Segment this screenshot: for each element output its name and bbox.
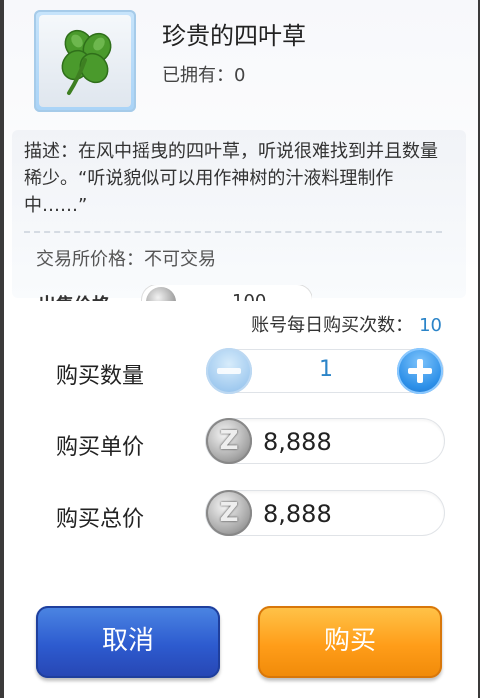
quantity-value[interactable]: 1 bbox=[314, 357, 338, 382]
quantity-label: 购买数量 bbox=[56, 364, 145, 389]
decrease-quantity-button[interactable] bbox=[206, 348, 252, 394]
sell-price-label: 出售价格 bbox=[38, 291, 110, 301]
total-price-label: 购买总价 bbox=[56, 507, 145, 532]
divider bbox=[24, 231, 442, 233]
item-icon-background bbox=[39, 15, 131, 107]
sell-price-row: 出售价格 100 bbox=[12, 285, 312, 301]
unit-price-label: 购买单价 bbox=[56, 435, 145, 460]
zeny-coin-icon: Z bbox=[206, 418, 252, 464]
item-icon-frame bbox=[34, 10, 136, 112]
daily-limit-value: 10 bbox=[419, 315, 442, 336]
unit-price-value: 8,888 bbox=[263, 428, 332, 456]
zeny-coin-icon: Z bbox=[206, 490, 252, 536]
daily-purchase-limit: 账号每日购买次数： 10 bbox=[251, 311, 442, 337]
cancel-button[interactable]: 取消 bbox=[36, 606, 220, 678]
item-description: 描述：在风中摇曳的四叶草，听说很难找到并且数量稀少。“听说貌似可以用作神树的汁液… bbox=[24, 141, 438, 216]
plus-icon bbox=[417, 359, 423, 383]
daily-limit-label: 账号每日购买次数： bbox=[251, 315, 414, 336]
trade-price: 交易所价格：不可交易 bbox=[36, 249, 216, 270]
four-leaf-clover-icon bbox=[61, 29, 112, 95]
total-price-value: 8,888 bbox=[263, 500, 332, 528]
left-edge bbox=[0, 0, 4, 698]
increase-quantity-button[interactable] bbox=[397, 348, 443, 394]
sell-price-value: 100 bbox=[232, 291, 266, 301]
owned-count: 已拥有：0 bbox=[162, 65, 246, 86]
minus-icon bbox=[217, 368, 241, 374]
buy-button[interactable]: 购买 bbox=[258, 606, 442, 678]
purchase-dialog: 珍贵的四叶草 已拥有：0 描述：在风中摇曳的四叶草，听说很难找到并且数量稀少。“… bbox=[0, 0, 480, 698]
item-name: 珍贵的四叶草 bbox=[162, 22, 306, 50]
